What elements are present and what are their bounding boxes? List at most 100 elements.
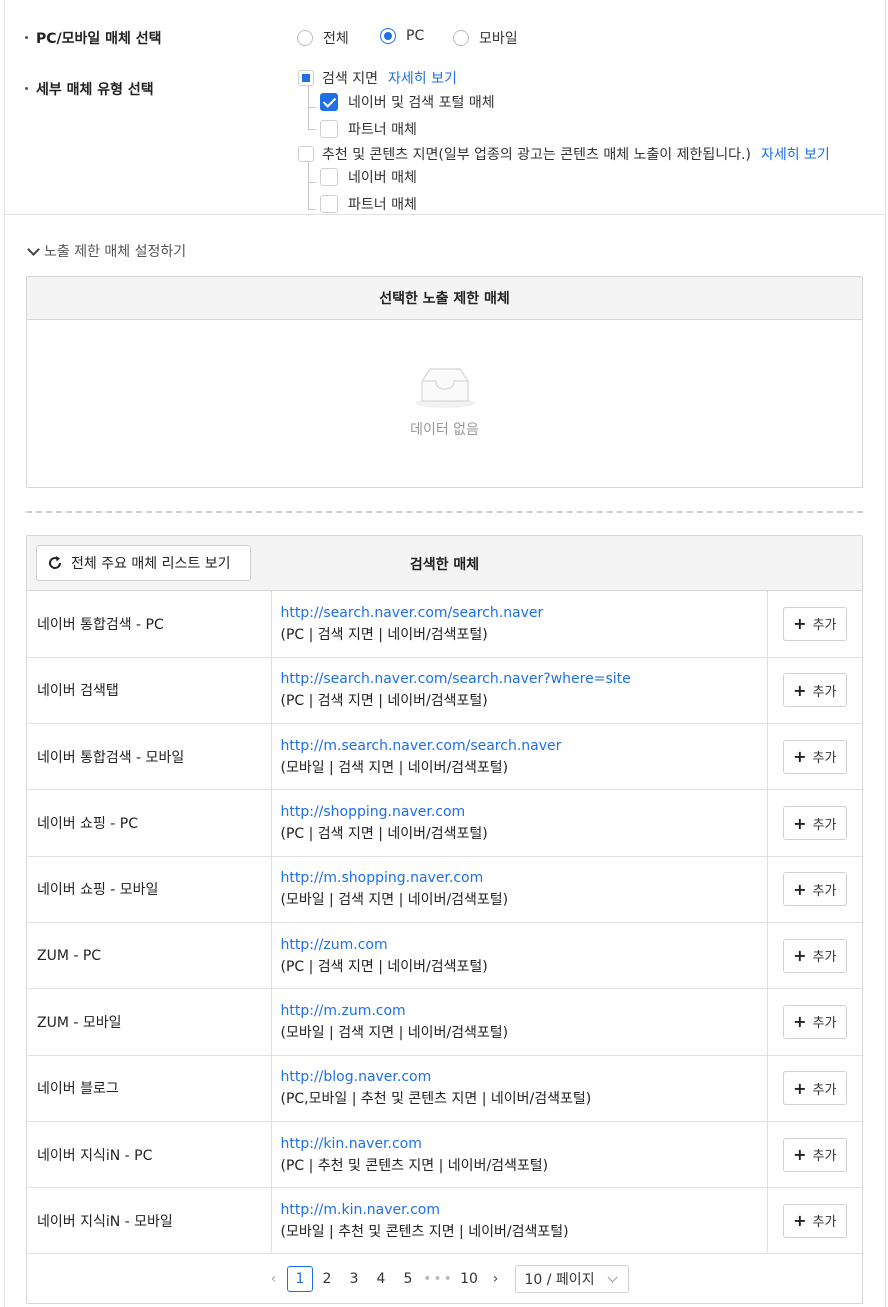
radio-pc[interactable]: PC — [380, 28, 424, 44]
media-name: 네이버 통합검색 - PC — [27, 591, 272, 658]
checkbox-content[interactable]: 추천 및 콘텐츠 지면(일부 업종의 광고는 콘텐츠 매체 노출이 제한됩니다.… — [298, 144, 830, 164]
media-info: http://m.search.naver.com/search.naver (모… — [271, 723, 768, 791]
media-desc: (모바일 | 검색 지면 | 네이버/검색포털) — [280, 759, 509, 776]
page-4[interactable]: 4 — [368, 1266, 394, 1292]
media-table: 네이버 통합검색 - PC http://search.naver.com/sea… — [27, 591, 862, 1255]
add-button[interactable]: + 추가 — [782, 872, 847, 907]
media-name: 네이버 통합검색 - 모바일 — [27, 723, 272, 791]
add-button[interactable]: + 추가 — [782, 1004, 847, 1039]
prev-page-icon[interactable]: ‹ — [261, 1271, 287, 1287]
media-desc: (PC | 검색 지면 | 네이버/검색포털) — [280, 958, 488, 975]
media-url[interactable]: http://search.naver.com/search.naver — [281, 602, 767, 624]
media-url[interactable]: http://zum.com — [281, 934, 767, 956]
restriction-toggle[interactable]: 노출 제한 매체 설정하기 — [26, 241, 186, 261]
plus-icon: + — [793, 1211, 807, 1231]
checkbox-content-naver[interactable]: 네이버 매체 — [320, 167, 417, 187]
empty-inbox-icon — [414, 368, 475, 408]
media-action: + 추가 — [767, 1121, 862, 1189]
page-1[interactable]: 1 — [287, 1266, 313, 1292]
media-url[interactable]: http://search.naver.com/search.naver?whe… — [281, 668, 767, 690]
checkbox-icon — [320, 195, 338, 213]
add-button[interactable]: + 추가 — [782, 673, 847, 708]
media-desc: (PC | 검색 지면 | 네이버/검색포털) — [280, 626, 488, 643]
tree-line — [308, 107, 316, 108]
table-row: 네이버 지식iN - PC http://kin.naver.com (PC | 추… — [27, 1121, 862, 1189]
media-desc: (PC | 추천 및 콘텐츠 지면 | 네이버/검색포털) — [280, 1157, 549, 1174]
add-button[interactable]: + 추가 — [782, 1137, 847, 1172]
table-row: ZUM - 모바일 http://m.zum.com (모바일 | 검색 지면 | … — [27, 988, 862, 1056]
page-2[interactable]: 2 — [314, 1266, 340, 1292]
checkbox-search-partner[interactable]: 파트너 매체 — [320, 119, 417, 139]
page-size-select[interactable]: 10 / 페이지 — [514, 1265, 629, 1293]
media-action: + 추가 — [767, 591, 862, 658]
media-desc: (PC | 검색 지면 | 네이버/검색포털) — [280, 826, 488, 843]
radio-all[interactable]: 전체 — [297, 28, 349, 48]
plus-icon: + — [793, 813, 807, 833]
table-row: ZUM - PC http://zum.com (PC | 검색 지면 | 네이버/… — [27, 922, 862, 990]
media-url[interactable]: http://kin.naver.com — [281, 1133, 767, 1155]
page-5[interactable]: 5 — [395, 1266, 421, 1292]
media-desc: (PC | 검색 지면 | 네이버/검색포털) — [280, 693, 488, 710]
checkbox-content-partner[interactable]: 파트너 매체 — [320, 194, 417, 214]
plus-icon: + — [793, 1078, 807, 1098]
add-button[interactable]: + 추가 — [782, 606, 847, 641]
media-info: http://search.naver.com/search.naver?whe… — [271, 657, 768, 725]
plus-icon: + — [793, 879, 807, 899]
plus-icon: + — [793, 614, 807, 634]
checkbox-checked-icon — [320, 93, 338, 111]
media-info: http://zum.com (PC | 검색 지면 | 네이버/검색포털) — [271, 922, 768, 990]
media-desc: (PC,모바일 | 추천 및 콘텐츠 지면 | 네이버/검색포털) — [280, 1091, 592, 1108]
checkbox-naver-portal[interactable]: 네이버 및 검색 포털 매체 — [320, 92, 495, 112]
search-detail-link[interactable]: 자세히 보기 — [388, 68, 457, 88]
add-button[interactable]: + 추가 — [782, 938, 847, 973]
add-button[interactable]: + 추가 — [782, 806, 847, 841]
media-info: http://blog.naver.com (PC,모바일 | 추천 및 콘텐츠 … — [271, 1055, 768, 1122]
media-url[interactable]: http://m.kin.naver.com — [281, 1199, 767, 1221]
selected-media-panel: 선택한 노출 제한 매체 데이터 없음 — [26, 276, 863, 488]
media-info: http://m.kin.naver.com (모바일 | 추천 및 콘텐츠 지면… — [271, 1187, 768, 1255]
media-name: 네이버 지식iN - 모바일 — [27, 1187, 272, 1255]
next-page-icon[interactable]: › — [483, 1271, 509, 1287]
media-url[interactable]: http://m.search.naver.com/search.naver — [281, 735, 767, 757]
media-info: http://kin.naver.com (PC | 추천 및 콘텐츠 지면 | … — [271, 1121, 768, 1189]
add-button[interactable]: + 추가 — [782, 1071, 847, 1106]
content-detail-link[interactable]: 자세히 보기 — [761, 144, 830, 164]
device-label: PC/모바일 매체 선택 — [25, 28, 162, 48]
media-name: 네이버 검색탭 — [27, 657, 272, 725]
checkbox-icon — [320, 168, 338, 186]
page-last[interactable]: 10 — [456, 1266, 482, 1292]
media-url[interactable]: http://blog.naver.com — [281, 1066, 767, 1088]
media-url[interactable]: http://m.zum.com — [281, 1000, 767, 1022]
radio-mobile[interactable]: 모바일 — [453, 28, 518, 48]
media-info: http://search.naver.com/search.naver (PC … — [271, 591, 768, 658]
page-3[interactable]: 3 — [341, 1266, 367, 1292]
checkbox-search[interactable]: 검색 지면 자세히 보기 — [298, 68, 457, 88]
add-button[interactable]: + 추가 — [782, 1203, 847, 1238]
media-desc: (모바일 | 검색 지면 | 네이버/검색포털) — [280, 1024, 509, 1041]
bullet-icon — [25, 36, 28, 39]
add-button[interactable]: + 추가 — [782, 739, 847, 774]
checkbox-icon — [320, 120, 338, 138]
media-info: http://m.shopping.naver.com (모바일 | 검색 지면 … — [271, 856, 768, 923]
media-url[interactable]: http://shopping.naver.com — [281, 801, 767, 823]
refresh-list-button[interactable]: 전체 주요 매체 리스트 보기 — [36, 545, 251, 581]
pagination: ‹ 1 2 3 4 5 ••• 10 › 10 / 페이지 — [27, 1265, 862, 1293]
checkbox-partial-icon — [298, 70, 314, 86]
media-action: + 추가 — [767, 856, 862, 923]
table-row: 네이버 통합검색 - PC http://search.naver.com/sea… — [27, 591, 862, 658]
page-ellipsis[interactable]: ••• — [422, 1271, 456, 1287]
media-name: 네이버 쇼핑 - PC — [27, 789, 272, 857]
table-row: 네이버 쇼핑 - PC http://shopping.naver.com (PC … — [27, 789, 862, 857]
table-row: 네이버 쇼핑 - 모바일 http://m.shopping.naver.com (… — [27, 856, 862, 923]
radio-circle-icon — [297, 30, 313, 46]
tree-line — [308, 129, 316, 130]
table-row: 네이버 통합검색 - 모바일 http://m.search.naver.com/… — [27, 723, 862, 791]
search-result-header: 전체 주요 매체 리스트 보기 검색한 매체 — [27, 536, 862, 591]
tree-line — [308, 161, 309, 209]
media-name: ZUM - 모바일 — [27, 988, 272, 1056]
media-action: + 추가 — [767, 723, 862, 791]
section-divider — [26, 511, 863, 513]
media-desc: (모바일 | 추천 및 콘텐츠 지면 | 네이버/검색포털) — [280, 1223, 569, 1240]
media-url[interactable]: http://m.shopping.naver.com — [281, 867, 767, 889]
media-action: + 추가 — [767, 789, 862, 857]
